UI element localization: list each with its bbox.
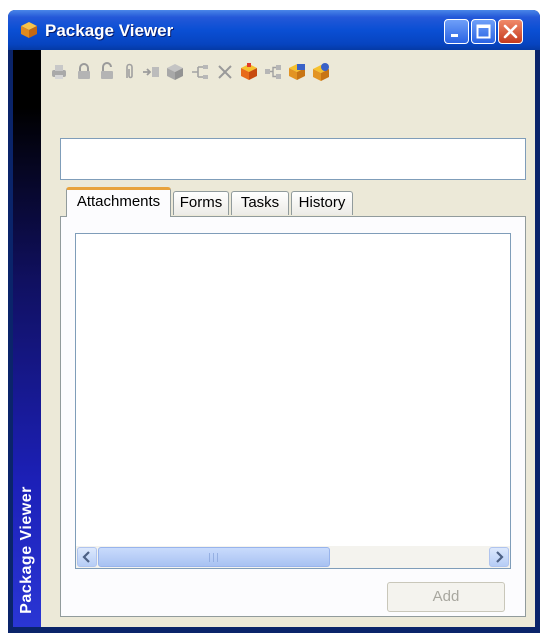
- tab-forms[interactable]: Forms: [173, 191, 229, 215]
- package-properties-icon[interactable]: [287, 62, 307, 82]
- print-icon[interactable]: [49, 62, 69, 82]
- tab-history[interactable]: History: [291, 191, 353, 215]
- side-banner: Package Viewer: [13, 50, 41, 627]
- window-title: Package Viewer: [45, 21, 174, 40]
- side-banner-label: Package Viewer: [18, 486, 35, 614]
- window-client: Package Viewer Attachments Forms Tasks H…: [13, 50, 535, 627]
- scroll-left-button[interactable]: [77, 547, 97, 567]
- attachments-panel: ||| Add: [60, 216, 526, 617]
- import-icon[interactable]: [141, 62, 161, 82]
- horizontal-scrollbar[interactable]: |||: [76, 546, 510, 568]
- open-package-icon[interactable]: [239, 62, 259, 82]
- tab-tasks[interactable]: Tasks: [231, 191, 289, 215]
- attach-icon[interactable]: [119, 62, 139, 82]
- attachments-list[interactable]: |||: [75, 233, 511, 569]
- add-button[interactable]: Add: [387, 582, 505, 612]
- title-bar[interactable]: Package Viewer: [8, 10, 540, 50]
- package-help-icon[interactable]: [311, 62, 331, 82]
- scroll-right-button[interactable]: [489, 547, 509, 567]
- chevron-left-icon: [82, 551, 90, 563]
- scroll-grip-icon: |||: [207, 553, 221, 563]
- workflow-icon[interactable]: [190, 62, 210, 82]
- package-viewer-window: Package Viewer Package Viewer Attachment…: [8, 10, 540, 633]
- maximize-button[interactable]: [471, 19, 496, 44]
- close-button[interactable]: [498, 19, 523, 44]
- minimize-button[interactable]: [444, 19, 469, 44]
- scroll-thumb[interactable]: |||: [98, 547, 330, 567]
- package-icon[interactable]: [165, 62, 185, 82]
- network-icon[interactable]: [263, 62, 283, 82]
- unlock-icon[interactable]: [97, 62, 117, 82]
- chevron-right-icon: [496, 551, 504, 563]
- lock-icon[interactable]: [74, 62, 94, 82]
- package-app-icon: [20, 21, 38, 39]
- package-name-field[interactable]: [60, 138, 526, 180]
- delete-icon[interactable]: [215, 62, 235, 82]
- tab-attachments[interactable]: Attachments: [66, 187, 171, 217]
